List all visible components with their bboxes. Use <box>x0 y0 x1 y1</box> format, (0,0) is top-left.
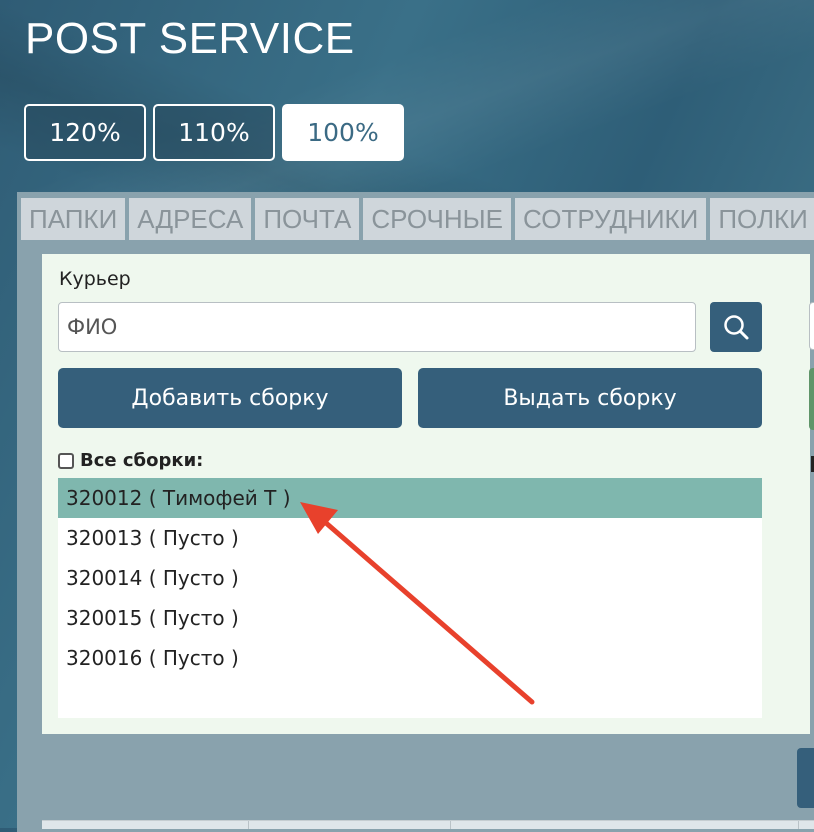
courier-search-input[interactable] <box>58 302 696 352</box>
tab-shelves[interactable]: ПОЛКИ <box>710 198 814 240</box>
list-item[interactable]: 320013 ( Пусто ) <box>58 518 762 558</box>
tab-urgent[interactable]: СРОЧНЫЕ <box>363 198 512 240</box>
tab-bar: ПАПКИ АДРЕСА ПОЧТА СРОЧНЫЕ СОТРУДНИКИ ПО… <box>21 198 814 240</box>
zoom-120-button[interactable]: 120% <box>24 104 146 161</box>
tab-mail[interactable]: ПОЧТА <box>255 198 360 240</box>
all-assemblies-label: Все сборки: <box>80 450 204 471</box>
all-assemblies-toggle[interactable]: Все сборки: <box>58 450 203 471</box>
courier-label: Курьер <box>59 268 131 290</box>
list-item[interactable]: 320012 ( Тимофей Т ) <box>58 478 762 518</box>
list-item[interactable]: 320016 ( Пусто ) <box>58 638 762 678</box>
tab-addresses[interactable]: АДРЕСА <box>129 198 252 240</box>
courier-search-button[interactable] <box>710 302 762 352</box>
tab-employees[interactable]: СОТРУДНИКИ <box>515 198 707 240</box>
bottom-action-button-edge[interactable] <box>797 748 814 808</box>
search-icon <box>724 315 749 340</box>
all-assemblies-checkbox[interactable] <box>58 452 74 469</box>
zoom-100-button[interactable]: 100% <box>282 104 404 161</box>
zoom-selector: 120% 110% 100% <box>24 104 404 161</box>
zoom-110-button[interactable]: 110% <box>153 104 275 161</box>
issue-assembly-button[interactable]: Выдать сборку <box>418 368 762 428</box>
list-item[interactable]: 320015 ( Пусто ) <box>58 598 762 638</box>
assembly-card: Курьер Добавить сборку Выдать сборку Все… <box>42 254 810 734</box>
right-column-button-edge[interactable] <box>809 368 814 430</box>
right-column-input-edge[interactable] <box>809 302 814 350</box>
tab-folders[interactable]: ПАПКИ <box>21 198 126 240</box>
add-assembly-button[interactable]: Добавить сборку <box>58 368 402 428</box>
app-title: POST SERVICE <box>25 14 355 63</box>
assembly-list[interactable]: 320012 ( Тимофей Т ) 320013 ( Пусто ) 32… <box>58 478 762 718</box>
list-item[interactable]: 320014 ( Пусто ) <box>58 558 762 598</box>
